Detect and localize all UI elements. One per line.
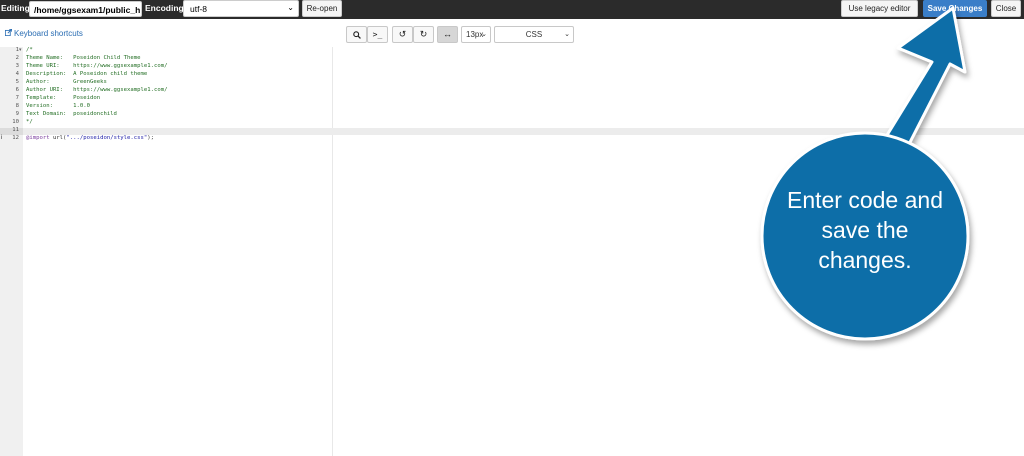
redo-icon: ↻: [419, 29, 428, 39]
undo-icon: ↺: [398, 29, 407, 39]
line-number: 3: [15, 63, 19, 69]
import-keyword: @import: [26, 135, 50, 141]
code-line: Text Domain: poseidonchild: [26, 111, 117, 117]
search-button[interactable]: [346, 26, 367, 43]
info-marker-icon: i: [1, 135, 3, 141]
code-line: Version: 1.0.0: [26, 103, 90, 109]
keyboard-shortcuts-label: Keyboard shortcuts: [14, 29, 83, 38]
code-line: /*: [26, 47, 33, 53]
close-button[interactable]: Close: [991, 0, 1021, 17]
redo-button[interactable]: ↻: [413, 26, 434, 43]
line-number: 9: [15, 111, 19, 117]
mode-value: CSS: [525, 30, 543, 39]
code-line: Theme URI: https://www.ggsexample1.com/: [26, 63, 168, 69]
encoding-select[interactable]: utf-8 ⌄: [183, 0, 299, 17]
code-line: Author URI: https://www.ggsexample1.com/: [26, 87, 168, 93]
callout-line: save the: [821, 217, 909, 243]
encoding-value: utf-8: [190, 4, 208, 14]
line-number: 2: [15, 55, 19, 61]
external-link-icon: [5, 29, 12, 36]
file-path-field[interactable]: /home/ggsexam1/public_h: [29, 1, 142, 17]
print-margin-line: [332, 47, 333, 456]
import-string: ".../poseidon/style.css": [66, 135, 148, 141]
keyboard-shortcuts-link[interactable]: Keyboard shortcuts: [5, 29, 83, 38]
line-number: 1: [15, 47, 19, 53]
search-icon: [352, 31, 361, 39]
editor-toolbar: Keyboard shortcuts >_ ↺ ↻ ↔ 13px ⌄ CSS ⌄: [0, 20, 1024, 48]
callout-line: Enter code and: [786, 187, 943, 213]
active-line-highlight: [23, 128, 1024, 135]
line-number: 7: [15, 95, 19, 101]
font-size-select[interactable]: 13px ⌄: [461, 26, 491, 43]
line-number: 6: [15, 87, 19, 93]
fold-arrow-icon[interactable]: ▾: [19, 47, 22, 53]
editor-top-bar: Editing: /home/ggsexam1/public_h Encodin…: [0, 0, 1024, 19]
chevron-down-icon: ⌄: [564, 31, 570, 38]
line-number: 8: [15, 103, 19, 109]
code-line: Theme Name: Poseidon Child Theme: [26, 55, 141, 61]
line-number: 11: [12, 127, 19, 133]
code-line: Description: A Poseidon child theme: [26, 71, 148, 77]
line-number: 4: [15, 71, 19, 77]
code-line-import: @import url(".../poseidon/style.css");: [26, 135, 154, 141]
callout-text: Enter code and save the changes.: [772, 185, 958, 275]
code-line: */: [26, 119, 33, 125]
undo-button[interactable]: ↺: [392, 26, 413, 43]
terminal-icon: >_: [372, 30, 383, 39]
line-number: 12: [12, 135, 19, 141]
code-line: Author: GreenGeeks: [26, 79, 107, 85]
use-legacy-editor-button[interactable]: Use legacy editor: [841, 0, 918, 17]
mode-select[interactable]: CSS ⌄: [494, 26, 574, 43]
chevron-down-icon: ⌄: [287, 3, 294, 12]
line-number: 5: [15, 79, 19, 85]
editing-label: Editing:: [1, 3, 33, 13]
save-changes-button[interactable]: Save Changes: [923, 0, 987, 17]
statement-end: );: [147, 135, 154, 141]
code-line: Template: Poseidon: [26, 95, 101, 101]
chevron-down-icon: ⌄: [481, 31, 487, 38]
callout-line: changes.: [818, 247, 912, 273]
horizontal-arrows-icon: ↔: [443, 29, 452, 39]
url-function: url(: [49, 135, 67, 141]
goto-line-button[interactable]: >_: [367, 26, 388, 43]
encoding-label: Encoding:: [145, 3, 187, 13]
reopen-button[interactable]: Re-open: [302, 0, 342, 17]
wrap-toggle-button[interactable]: ↔: [437, 26, 458, 43]
line-number: 10: [12, 119, 19, 125]
